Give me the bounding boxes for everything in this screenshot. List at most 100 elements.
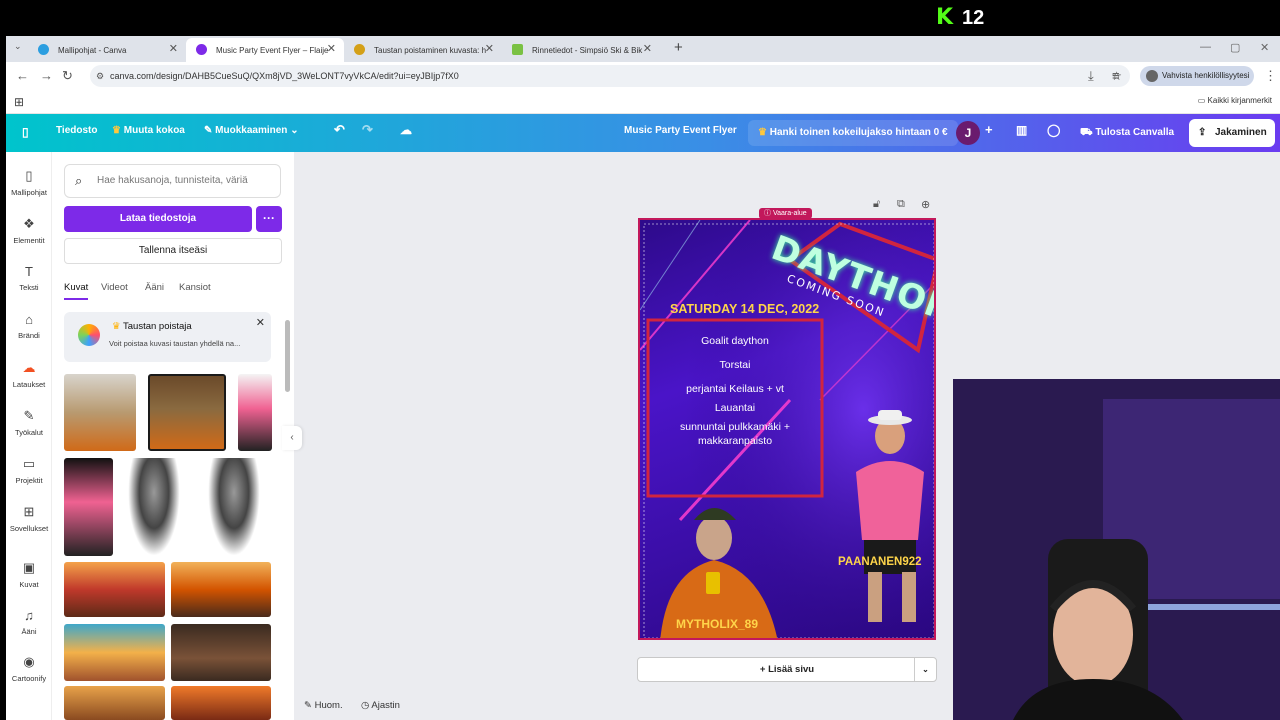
design-title[interactable]: Music Party Event Flyer (624, 125, 737, 136)
upload-thumbnail[interactable] (171, 624, 271, 681)
tab-videos[interactable]: Videot (101, 282, 128, 293)
close-icon[interactable]: ✕ (256, 316, 265, 329)
share-button[interactable]: ⇪ Jakaminen (1189, 119, 1275, 147)
flyer-name-left[interactable]: MYTHOLIX_89 (676, 617, 758, 631)
browser-tab-4[interactable]: Rinnetiedot - Simpsiö Ski & Bik ✕ (502, 38, 660, 62)
notes-button[interactable]: ✎ Huom. (304, 700, 343, 711)
rail-item-apps[interactable]: ⊞ Sovellukset (6, 504, 52, 533)
back-icon[interactable]: ← (16, 68, 29, 83)
print-label: Tulosta Canvalla (1095, 127, 1175, 138)
trial-button[interactable]: ♛ Hanki toinen kokeilujakso hintaan 0 € (748, 120, 958, 146)
cloud-save-icon[interactable]: ☁ (400, 123, 412, 137)
file-menu[interactable]: Tiedosto (56, 125, 97, 136)
tab-close-icon[interactable]: ✕ (327, 42, 336, 55)
insights-icon[interactable]: ▥ (1016, 123, 1027, 137)
browser-tab-2[interactable]: Music Party Event Flyer – Flaije ✕ (186, 38, 344, 62)
lock-icon[interactable]: 🔓︎ (873, 198, 880, 211)
upload-thumbnail[interactable] (64, 624, 165, 681)
url-field[interactable]: ⚙ canva.com/design/DAHB5CueSuQ/QXm8jVD_3… (90, 65, 1130, 87)
rail-item-tools[interactable]: ✎ Työkalut (6, 408, 52, 437)
add-collaborator-icon[interactable]: + (985, 122, 993, 137)
rail-item-cartoonify[interactable]: ◉ Cartoonify (6, 654, 52, 683)
tab-audio[interactable]: Ääni (145, 282, 164, 293)
avatar[interactable]: J (956, 121, 980, 145)
rail-item-brand[interactable]: ⌂ Brändi (6, 312, 52, 340)
upload-thumbnail[interactable] (208, 458, 260, 556)
upload-thumbnail[interactable] (171, 562, 271, 617)
chevron-down-icon[interactable]: ⌄ (914, 658, 936, 681)
tab-images[interactable]: Kuvat (64, 282, 89, 300)
rail-item-text[interactable]: T Teksti (6, 264, 52, 292)
tab-folders[interactable]: Kansiot (179, 282, 211, 293)
search-input[interactable]: ⌕ Hae hakusanoja, tunnisteita, väriä (64, 164, 281, 198)
brand-icon: ⌂ (25, 312, 33, 327)
upload-thumbnail[interactable] (238, 374, 272, 451)
comment-icon[interactable]: ◯ (1047, 123, 1060, 137)
tab-close-icon[interactable]: ✕ (169, 42, 178, 55)
rail-item-audio[interactable]: ♫ Ääni (6, 608, 52, 636)
sidebar-toggle-icon[interactable]: ▯ (22, 125, 29, 139)
more-options-icon[interactable]: ··· (256, 206, 282, 232)
tab-close-icon[interactable]: ✕ (485, 42, 494, 55)
rail-item-photos[interactable]: ▣ Kuvat (6, 560, 52, 589)
projects-icon: ▭ (22, 456, 36, 471)
all-bookmarks[interactable]: ▭ Kaikki kirjanmerkit (1198, 96, 1272, 105)
record-yourself-button[interactable]: Tallenna itseäsi (64, 238, 282, 264)
upload-thumbnail[interactable] (64, 458, 113, 556)
rail-item-uploads[interactable]: ☁ Lataukset (6, 360, 52, 389)
timer-button[interactable]: ◷ Ajastin (361, 700, 400, 711)
upload-files-button[interactable]: Lataa tiedostoja (64, 206, 252, 232)
upload-thumbnail[interactable] (171, 686, 271, 720)
flyer-date[interactable]: SATURDAY 14 DEC, 2022 (670, 302, 819, 316)
rail-item-projects[interactable]: ▭ Projektit (6, 456, 52, 485)
upload-thumbnail[interactable] (64, 374, 136, 451)
collapse-panel-icon[interactable]: ‹ (282, 426, 302, 450)
upload-thumbnail[interactable] (64, 562, 165, 617)
browser-tab-3[interactable]: Taustan poistaminen kuvasta: h ✕ (344, 38, 502, 62)
webcam-image (953, 379, 1280, 720)
minimize-icon[interactable]: — (1200, 41, 1211, 53)
reload-icon[interactable]: ↻ (62, 68, 73, 84)
bg-remover-promo[interactable]: ♛ Taustan poistaja Voit poistaa kuvasi t… (64, 312, 271, 362)
close-window-icon[interactable]: ✕ (1260, 41, 1269, 54)
redo-icon[interactable]: ↷ (362, 122, 373, 138)
flyer-page[interactable]: DAYTHON COMING SOON SATURDAY 14 DEC, 202… (638, 218, 936, 640)
rail-label: Elementit (13, 236, 45, 245)
pencil-icon: ✎ (204, 125, 213, 136)
print-button[interactable]: ⛟ Tulosta Canvalla (1070, 120, 1184, 146)
site-info-icon[interactable]: ⚙ (96, 65, 104, 87)
undo-icon[interactable]: ↶ (334, 122, 345, 138)
promo-title-text: Taustan poistaja (123, 321, 192, 332)
upload-thumbnail[interactable] (128, 458, 180, 556)
upload-thumbnail[interactable] (148, 374, 226, 451)
browser-menu-icon[interactable]: ⋮ (1264, 68, 1277, 84)
add-page-icon[interactable]: ⊕ (921, 198, 930, 211)
forward-icon[interactable]: → (40, 68, 53, 83)
apps-grid-icon[interactable]: ⊞ (14, 95, 24, 109)
crown-icon: ♛ (758, 127, 767, 138)
tab-close-icon[interactable]: ✕ (643, 42, 652, 55)
flyer-name-right[interactable]: PAANANEN922 (838, 556, 922, 568)
panel-scrollbar[interactable] (285, 320, 290, 392)
new-tab-icon[interactable]: + (674, 39, 683, 56)
tab-label: Mallipohjat - Canva (58, 45, 127, 55)
flyer-line: Lauantai (714, 402, 756, 414)
upload-thumbnail[interactable] (64, 686, 165, 720)
download-icon[interactable]: ⤓ (1088, 68, 1094, 84)
rail-label: Lataukset (12, 380, 46, 389)
editing-menu[interactable]: ✎ Muokkaaminen ⌄ (204, 125, 299, 136)
maximize-icon[interactable]: ▢ (1230, 41, 1240, 54)
flyer-text-block[interactable]: Goalit daython Torstai perjantai Keilaus… (650, 334, 820, 448)
rail-label: Cartoonify (11, 674, 47, 683)
add-page-button[interactable]: + Lisää sivu ⌄ (637, 657, 937, 682)
browser-tab-1[interactable]: Mallipohjat - Canva ✕ (28, 38, 186, 62)
add-page-label: + Lisää sivu (759, 664, 815, 675)
tab-search-icon[interactable]: ⌄ (14, 41, 22, 52)
resize-button[interactable]: ♛ Muuta kokoa (112, 125, 185, 136)
duplicate-icon[interactable]: ⧉ (897, 198, 905, 211)
rail-item-templates[interactable]: ▯ Mallipohjat (6, 168, 52, 197)
rail-item-elements[interactable]: ❖ Elementit (6, 216, 52, 245)
media-control-icon[interactable]: ≡ (1112, 68, 1120, 83)
profile-verify-button[interactable]: Vahvista henkilöllisyytesi (1140, 66, 1254, 86)
crown-icon: ♛ (112, 321, 121, 332)
